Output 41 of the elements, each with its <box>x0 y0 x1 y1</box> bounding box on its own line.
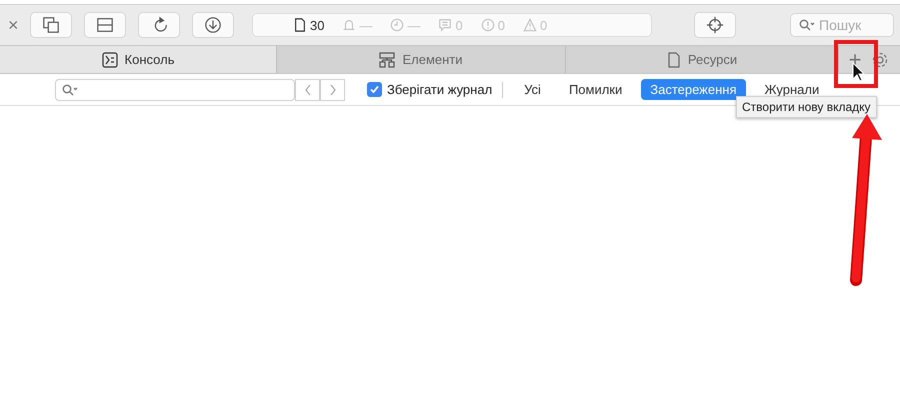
tab[interactable]: Ресурси <box>566 46 839 73</box>
download-icon <box>204 16 222 34</box>
counter-text: — <box>359 18 372 32</box>
gear-icon[interactable] <box>871 51 889 69</box>
error-icon <box>480 18 495 32</box>
checkbox-label: Зберігати журнал <box>387 82 492 97</box>
undock-button[interactable] <box>30 12 72 38</box>
bell-icon <box>342 18 356 32</box>
console-icon <box>102 52 118 68</box>
download-button[interactable] <box>192 12 234 38</box>
search-icon <box>799 19 815 31</box>
filter-button[interactable]: Застереження <box>641 79 746 100</box>
close-button[interactable]: × <box>8 14 30 36</box>
tab[interactable]: Консоль <box>0 46 277 73</box>
split-panel-icon <box>96 16 114 34</box>
counter-text: 30 <box>310 18 324 32</box>
document-icon <box>293 18 307 32</box>
filter-button[interactable]: Усі <box>515 79 550 100</box>
chevron-left-icon <box>304 84 312 96</box>
inspect-button[interactable] <box>694 12 736 38</box>
message-icon <box>438 18 452 32</box>
chevron-right-icon <box>328 84 336 96</box>
filter-button[interactable]: Помилки <box>560 79 632 100</box>
dock-button[interactable] <box>84 12 126 38</box>
checkmark-icon <box>370 85 379 94</box>
search-icon <box>62 84 78 96</box>
hierarchy-icon <box>379 52 396 68</box>
windows-icon <box>42 16 60 34</box>
filter-field[interactable] <box>55 78 295 100</box>
checkbox[interactable] <box>367 82 382 97</box>
tab[interactable]: Елементи <box>277 46 566 73</box>
search-field[interactable]: Пошук <box>790 13 894 37</box>
counter-text: — <box>407 18 420 32</box>
clock-icon <box>390 18 404 32</box>
new-tab-button[interactable]: + <box>839 46 871 73</box>
document-icon <box>666 52 681 68</box>
tooltip: Створити нову вкладку <box>736 96 877 118</box>
highlight-frame <box>834 40 878 88</box>
crosshair-icon <box>706 16 724 34</box>
reload-button[interactable] <box>138 12 180 38</box>
warning-icon <box>522 18 537 32</box>
